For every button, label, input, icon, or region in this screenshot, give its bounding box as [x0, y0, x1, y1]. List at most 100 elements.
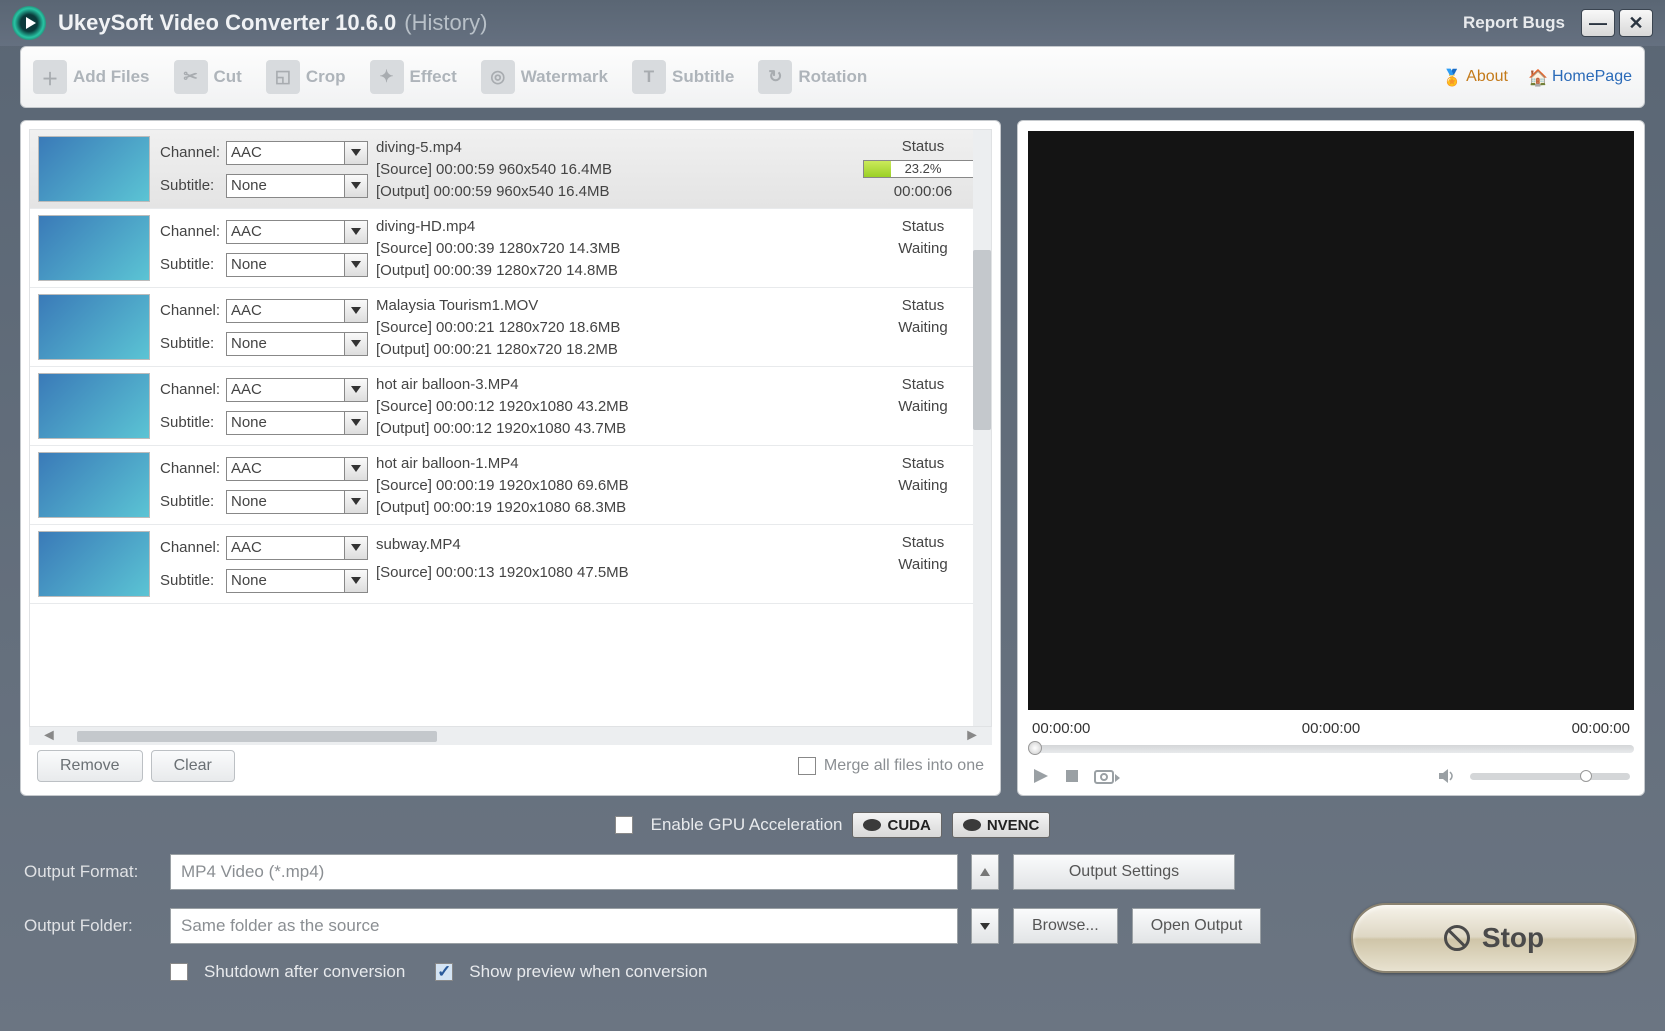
report-bugs-link[interactable]: Report Bugs [1463, 13, 1565, 33]
cuda-badge: CUDA [852, 812, 941, 838]
source-info: [Source] 00:00:12 1920x1080 43.2MB [376, 398, 863, 415]
add-files-icon: ＋ [33, 60, 67, 94]
add-files-button[interactable]: ＋Add Files [33, 60, 150, 94]
file-row[interactable]: Channel:AAC Subtitle:None hot air balloo… [30, 446, 991, 525]
close-button[interactable]: ✕ [1619, 9, 1653, 37]
chevron-down-icon[interactable] [344, 490, 368, 514]
video-thumbnail [38, 452, 150, 518]
play-icon[interactable] [1032, 767, 1050, 785]
volume-slider[interactable] [1470, 773, 1630, 780]
remove-button[interactable]: Remove [37, 750, 143, 782]
output-format-dropdown[interactable] [971, 854, 999, 890]
channel-select[interactable]: AAC [226, 536, 345, 560]
elapsed-time: 00:00:06 [863, 183, 983, 200]
channel-label: Channel: [160, 223, 226, 240]
output-info: [Output] 00:00:21 1280x720 18.2MB [376, 341, 863, 358]
preview-checkbox[interactable]: ✓ [435, 963, 453, 981]
status-value: Waiting [863, 240, 983, 257]
stop-icon[interactable] [1064, 768, 1080, 784]
file-name: Malaysia Tourism1.MOV [376, 297, 863, 314]
subtitle-label: Subtitle: [160, 256, 226, 273]
volume-icon[interactable] [1438, 768, 1456, 784]
status-label: Status [863, 138, 983, 155]
snapshot-icon[interactable] [1094, 767, 1120, 785]
file-row[interactable]: Channel:AAC Subtitle:None diving-5.mp4 [… [30, 130, 991, 209]
subtitle-select[interactable]: None [226, 569, 345, 593]
subtitle-label: Subtitle: [160, 572, 226, 589]
progress-bar: 23.2% [863, 160, 983, 178]
browse-button[interactable]: Browse... [1013, 908, 1118, 944]
subtitle-icon: T [632, 60, 666, 94]
channel-select[interactable]: AAC [226, 457, 345, 481]
subtitle-label: Subtitle: [160, 493, 226, 510]
subtitle-select[interactable]: None [226, 253, 345, 277]
chevron-down-icon[interactable] [344, 457, 368, 481]
cut-button[interactable]: ✂Cut [174, 60, 242, 94]
chevron-down-icon[interactable] [344, 220, 368, 244]
output-folder-label: Output Folder: [24, 916, 156, 936]
seek-slider[interactable] [1028, 745, 1634, 753]
gpu-label: Enable GPU Acceleration [651, 815, 843, 835]
output-info: [Output] 00:00:39 1280x720 14.8MB [376, 262, 863, 279]
chevron-down-icon[interactable] [344, 411, 368, 435]
nvidia-icon [863, 819, 881, 831]
status-value: Waiting [863, 319, 983, 336]
channel-select[interactable]: AAC [226, 141, 345, 165]
output-folder-dropdown[interactable] [971, 908, 999, 944]
output-info: [Output] 00:00:19 1920x1080 68.3MB [376, 499, 863, 516]
chevron-down-icon[interactable] [344, 253, 368, 277]
homepage-link[interactable]: 🏠HomePage [1528, 68, 1632, 86]
subtitle-button[interactable]: TSubtitle [632, 60, 734, 94]
channel-label: Channel: [160, 144, 226, 161]
chevron-down-icon[interactable] [344, 569, 368, 593]
open-output-button[interactable]: Open Output [1132, 908, 1262, 944]
channel-select[interactable]: AAC [226, 299, 345, 323]
file-row[interactable]: Channel:AAC Subtitle:None subway.MP4 [So… [30, 525, 991, 604]
app-title-history: (History) [404, 10, 487, 36]
scrollbar-vertical[interactable] [973, 130, 991, 726]
chevron-down-icon[interactable] [344, 141, 368, 165]
file-row[interactable]: Channel:AAC Subtitle:None Malaysia Touri… [30, 288, 991, 367]
preview-panel: 00:00:00 00:00:00 00:00:00 [1017, 120, 1645, 796]
chevron-down-icon[interactable] [344, 332, 368, 356]
clear-button[interactable]: Clear [151, 750, 235, 782]
channel-label: Channel: [160, 460, 226, 477]
channel-select[interactable]: AAC [226, 378, 345, 402]
gpu-row: Enable GPU Acceleration CUDA NVENC [0, 812, 1665, 838]
gpu-checkbox[interactable] [615, 816, 633, 834]
time-current: 00:00:00 [1302, 720, 1360, 737]
file-row[interactable]: Channel:AAC Subtitle:None diving-HD.mp4 … [30, 209, 991, 288]
merge-checkbox[interactable] [798, 757, 816, 775]
status-value: Waiting [863, 398, 983, 415]
video-thumbnail [38, 531, 150, 597]
output-format-field[interactable]: MP4 Video (*.mp4) [170, 854, 958, 890]
output-settings-button[interactable]: Output Settings [1013, 854, 1235, 890]
output-format-label: Output Format: [24, 862, 156, 882]
about-link[interactable]: 🏅About [1442, 68, 1508, 86]
chevron-down-icon[interactable] [344, 536, 368, 560]
crop-button[interactable]: ◱Crop [266, 60, 346, 94]
file-name: hot air balloon-3.MP4 [376, 376, 863, 393]
watermark-button[interactable]: ◎Watermark [481, 60, 608, 94]
channel-select[interactable]: AAC [226, 220, 345, 244]
source-info: [Source] 00:00:59 960x540 16.4MB [376, 161, 863, 178]
file-row[interactable]: Channel:AAC Subtitle:None hot air balloo… [30, 367, 991, 446]
subtitle-select[interactable]: None [226, 174, 345, 198]
subtitle-select[interactable]: None [226, 411, 345, 435]
shutdown-checkbox[interactable] [170, 963, 188, 981]
rotation-button[interactable]: ↻Rotation [758, 60, 867, 94]
subtitle-select[interactable]: None [226, 490, 345, 514]
chevron-down-icon[interactable] [344, 378, 368, 402]
scrollbar-horizontal[interactable]: ◄► [29, 727, 992, 745]
stop-button[interactable]: Stop [1351, 903, 1637, 973]
chevron-down-icon[interactable] [344, 299, 368, 323]
titlebar: UkeySoft Video Converter 10.6.0 (History… [0, 0, 1665, 46]
subtitle-select[interactable]: None [226, 332, 345, 356]
chevron-down-icon[interactable] [344, 174, 368, 198]
medal-icon: 🏅 [1442, 68, 1460, 86]
subtitle-label: Subtitle: [160, 177, 226, 194]
file-name: subway.MP4 [376, 536, 863, 553]
output-folder-field[interactable]: Same folder as the source [170, 908, 958, 944]
minimize-button[interactable]: — [1581, 9, 1615, 37]
effect-button[interactable]: ✦Effect [370, 60, 457, 94]
